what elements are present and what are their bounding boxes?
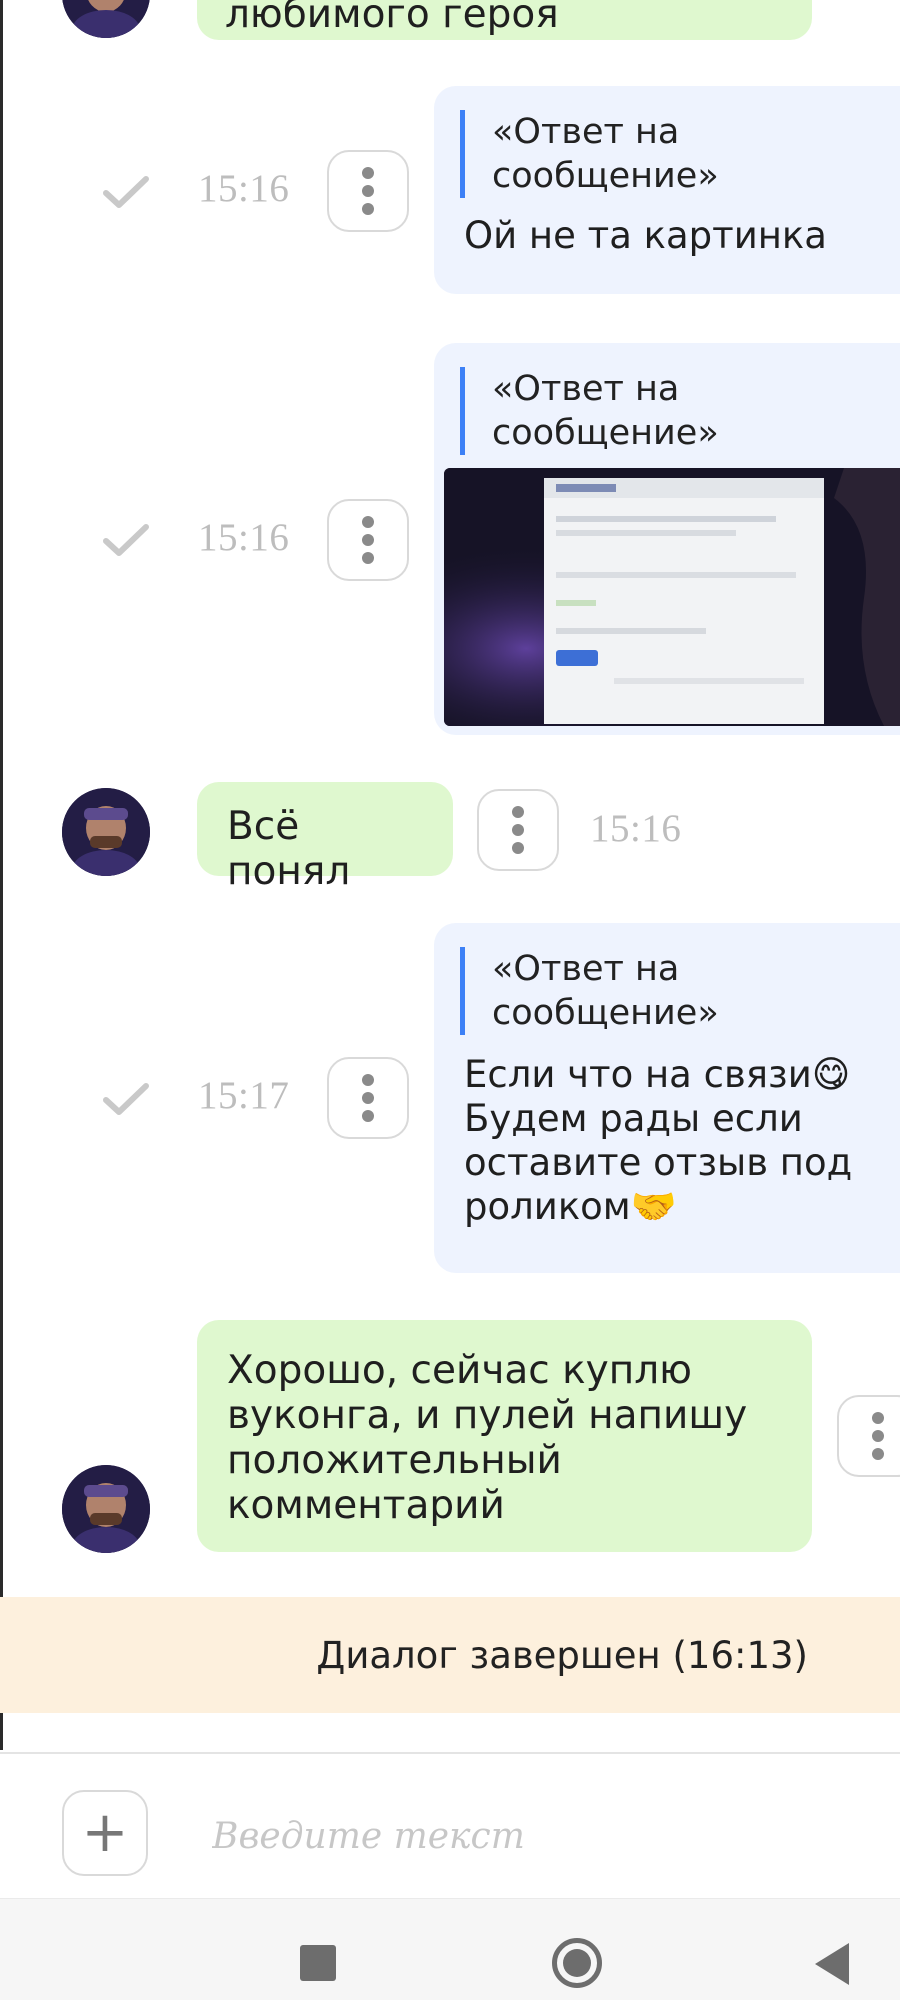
- dialog-ended-banner: Диалог завершен (16:13): [0, 1597, 900, 1713]
- add-attachment-button[interactable]: +: [62, 1790, 148, 1876]
- left-edge-divider: [0, 0, 3, 1750]
- more-vertical-icon-dot: [362, 534, 374, 546]
- image-attachment[interactable]: [444, 468, 900, 726]
- attachment-thumbnail: [444, 468, 900, 726]
- recents-square-icon[interactable]: [300, 1945, 336, 1981]
- message-text: любимого героя: [225, 0, 559, 37]
- avatar-image: [62, 0, 150, 38]
- avatar-image: [62, 1465, 150, 1553]
- more-vertical-icon-dot: [362, 1092, 374, 1104]
- message-text: Всё понял: [227, 804, 351, 894]
- message-bubble-incoming[interactable]: Хорошо, сейчас куплю вуконга, и пулей на…: [197, 1320, 812, 1552]
- message-time: 15:17: [198, 1074, 290, 1117]
- more-vertical-icon: [362, 1074, 374, 1086]
- avatar[interactable]: [62, 0, 150, 38]
- message-text: Хорошо, сейчас куплю вуконга, и пулей на…: [227, 1348, 748, 1528]
- system-navigation-bar: [0, 1898, 900, 2000]
- avatar[interactable]: [62, 788, 150, 876]
- message-bubble-incoming[interactable]: Всё понял: [197, 782, 453, 894]
- more-vertical-icon-dot: [872, 1430, 884, 1442]
- check-icon: [102, 175, 150, 211]
- message-text: Если что на связи😋 Будем рады если остав…: [464, 1053, 853, 1228]
- more-vertical-icon-dot: [362, 203, 374, 215]
- back-triangle-icon[interactable]: [815, 1943, 849, 1985]
- message-time: 15:16: [198, 516, 290, 559]
- avatar-image: [62, 788, 150, 876]
- message-text: Ой не та картинка: [464, 214, 827, 257]
- more-vertical-icon-dot: [512, 824, 524, 836]
- avatar[interactable]: [62, 1465, 150, 1553]
- message-bubble-incoming[interactable]: любимого героя: [197, 0, 812, 40]
- message-menu-button[interactable]: [837, 1395, 900, 1477]
- chat-screen: любимого героя 15:16 «Ответ на сообщение…: [0, 0, 900, 2000]
- more-vertical-icon-dot: [362, 552, 374, 564]
- message-time: 15:16: [198, 167, 290, 210]
- more-vertical-icon: [512, 806, 524, 818]
- message-menu-button[interactable]: [327, 1057, 409, 1139]
- more-vertical-icon-dot: [872, 1448, 884, 1460]
- check-icon: [102, 1082, 150, 1118]
- message-bubble-outgoing[interactable]: «Ответ на сообщение» Ой не та картинка: [434, 86, 900, 294]
- home-circle-icon[interactable]: [552, 1938, 602, 1988]
- reply-quote[interactable]: «Ответ на сообщение»: [460, 110, 900, 198]
- message-menu-button[interactable]: [327, 499, 409, 581]
- message-menu-button[interactable]: [477, 789, 559, 871]
- more-vertical-icon: [362, 516, 374, 528]
- message-time: 15:16: [590, 807, 682, 850]
- more-vertical-icon-dot: [362, 1110, 374, 1122]
- reply-quote[interactable]: «Ответ на сообщение»: [460, 947, 900, 1035]
- dialog-ended-text: Диалог завершен (16:13): [316, 1633, 808, 1677]
- more-vertical-icon-dot: [512, 842, 524, 854]
- more-vertical-icon-dot: [362, 185, 374, 197]
- message-bubble-outgoing[interactable]: «Ответ на сообщение» Если что на связи😋 …: [434, 923, 900, 1273]
- more-vertical-icon: [362, 167, 374, 179]
- message-input[interactable]: [210, 1800, 834, 1872]
- message-menu-button[interactable]: [327, 150, 409, 232]
- more-vertical-icon: [872, 1412, 884, 1424]
- plus-icon: +: [81, 1800, 129, 1865]
- reply-quote[interactable]: «Ответ на сообщение»: [460, 367, 900, 455]
- check-icon: [102, 523, 150, 559]
